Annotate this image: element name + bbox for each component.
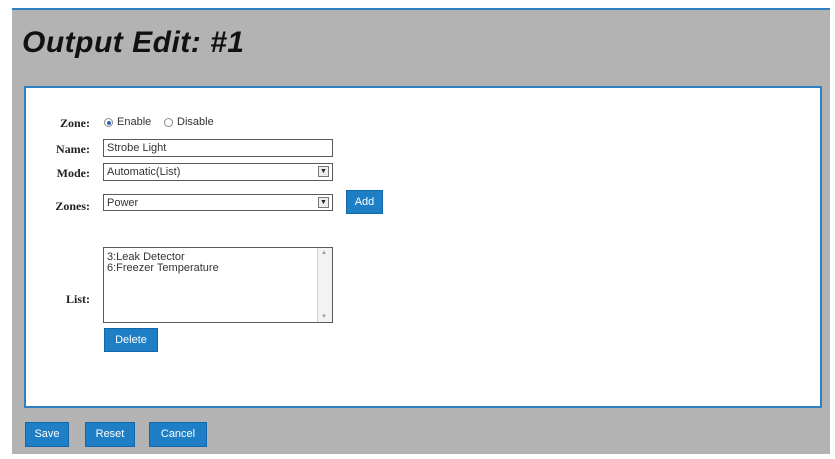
chevron-down-icon[interactable]: ▼ xyxy=(318,197,329,208)
delete-button[interactable]: Delete xyxy=(104,328,158,352)
name-label: Name: xyxy=(56,142,90,156)
scroll-down-icon[interactable]: ▼ xyxy=(321,314,327,320)
scroll-up-icon[interactable]: ▲ xyxy=(321,250,327,256)
mode-label: Mode: xyxy=(56,166,90,180)
list-item[interactable]: 6:Freezer Temperature xyxy=(104,263,332,274)
cancel-button[interactable]: Cancel xyxy=(149,422,207,447)
save-button[interactable]: Save xyxy=(25,422,69,447)
add-button[interactable]: Add xyxy=(346,190,383,214)
page-title: Output Edit: #1 xyxy=(22,26,245,59)
zones-select-value: Power xyxy=(107,197,139,209)
list-label: List: xyxy=(66,292,90,306)
mode-select-value: Automatic(List) xyxy=(107,166,181,178)
zones-select[interactable]: Power ▼ xyxy=(103,194,333,211)
mode-select[interactable]: Automatic(List) ▼ xyxy=(103,163,333,181)
zone-enable-label: Enable xyxy=(117,116,152,128)
name-field[interactable]: Strobe Light xyxy=(103,139,333,157)
zone-label: Zone: xyxy=(60,116,90,130)
zone-disable-radio[interactable] xyxy=(164,118,173,127)
zones-listbox[interactable]: 3:Leak Detector 6:Freezer Temperature ▲ … xyxy=(103,247,333,323)
zone-enable-radio[interactable] xyxy=(104,118,113,127)
chevron-down-icon[interactable]: ▼ xyxy=(318,166,329,177)
zones-label: Zones: xyxy=(55,199,90,213)
listbox-scrollbar[interactable]: ▲ ▼ xyxy=(317,248,332,322)
reset-button[interactable]: Reset xyxy=(85,422,135,447)
zone-disable-label: Disable xyxy=(177,116,214,128)
